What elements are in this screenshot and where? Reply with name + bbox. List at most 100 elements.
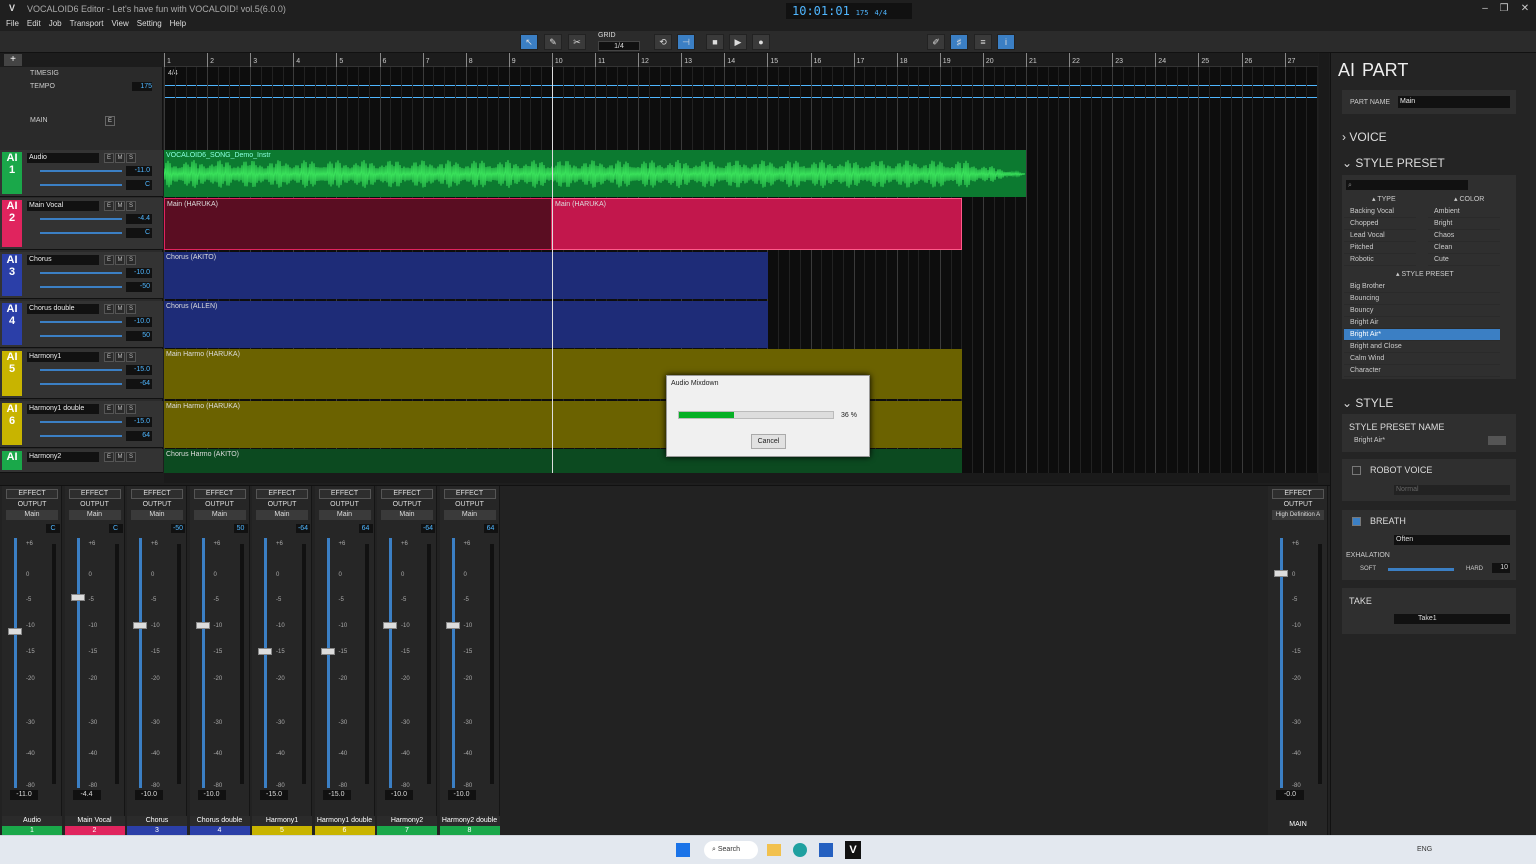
taskbar-search[interactable]: ⌕ Search <box>704 841 758 859</box>
output-select[interactable]: Main <box>443 510 496 520</box>
horizontal-scrollbar[interactable] <box>164 473 1318 483</box>
pan-value[interactable]: 50 <box>126 331 152 341</box>
pan-slider[interactable] <box>40 335 122 337</box>
grid-selector[interactable]: GRID 1/4 <box>596 32 644 52</box>
robot-voice-checkbox[interactable] <box>1352 466 1361 475</box>
preset-item[interactable]: Bright Air* <box>1344 329 1500 341</box>
pan-value[interactable]: 64 <box>483 524 498 533</box>
mute-button[interactable]: M <box>115 352 125 362</box>
track-name[interactable]: Chorus double <box>27 304 99 314</box>
output-select[interactable]: Main <box>193 510 246 520</box>
fader-db-value[interactable]: -15.0 <box>260 790 288 800</box>
effect-button[interactable]: EFFECT <box>381 489 433 499</box>
part-chorus-1[interactable]: Chorus (AKITO) <box>164 252 768 299</box>
menu-file[interactable]: File <box>6 18 19 30</box>
fader-db-value[interactable]: -4.4 <box>72 790 101 800</box>
type-item[interactable]: Backing Vocal <box>1344 206 1416 218</box>
volume-value[interactable]: -15.0 <box>126 417 152 427</box>
menu-view[interactable]: View <box>112 18 129 30</box>
pan-value[interactable]: -50 <box>126 282 152 292</box>
pan-slider[interactable] <box>40 383 122 385</box>
windows-start-icon[interactable] <box>676 843 690 857</box>
menu-edit[interactable]: Edit <box>27 18 41 30</box>
menu-setting[interactable]: Setting <box>137 18 162 30</box>
effect-button[interactable]: EFFECT <box>318 489 371 499</box>
solo-button[interactable]: S <box>126 452 136 462</box>
mute-button[interactable]: M <box>115 153 125 163</box>
minimize-icon[interactable]: – <box>1478 3 1492 14</box>
part-main-1[interactable]: Main (HARUKA) <box>164 198 552 250</box>
volume-slider[interactable] <box>40 369 122 371</box>
solo-button[interactable]: S <box>126 255 136 265</box>
edit-button[interactable]: E <box>104 352 114 362</box>
solo-button[interactable]: S <box>126 304 136 314</box>
type-item[interactable]: Robotic <box>1344 254 1416 266</box>
stop-icon[interactable]: ■ <box>706 34 724 50</box>
cancel-button[interactable]: Cancel <box>751 434 786 449</box>
play-icon[interactable]: ▶ <box>729 34 747 50</box>
color-item[interactable]: Bright <box>1428 218 1500 230</box>
pan-slider[interactable] <box>40 435 122 437</box>
solo-button[interactable]: S <box>126 153 136 163</box>
color-item[interactable]: Clean <box>1428 242 1500 254</box>
fader-db-value[interactable]: -10.0 <box>447 790 476 800</box>
pan-value[interactable]: -64 <box>421 524 435 533</box>
volume-fader[interactable] <box>8 628 22 635</box>
voice-section-toggle[interactable]: › VOICE <box>1342 130 1387 144</box>
edit-icon[interactable]: ✐ <box>927 34 945 50</box>
preset-search-input[interactable]: ⌕ <box>1346 180 1468 190</box>
fader-db-value[interactable]: -11.0 <box>10 790 38 800</box>
track-name[interactable]: Audio <box>27 153 99 163</box>
type-item[interactable]: Chopped <box>1344 218 1416 230</box>
restore-icon[interactable]: ❐ <box>1497 3 1511 14</box>
effect-button[interactable]: EFFECT <box>68 489 121 499</box>
color-item[interactable]: Cute <box>1428 254 1500 266</box>
volume-value[interactable]: -15.0 <box>126 365 152 375</box>
volume-fader[interactable] <box>383 622 397 629</box>
preset-item[interactable]: Bouncy <box>1344 305 1500 317</box>
part-name-field[interactable]: Main <box>1398 96 1510 108</box>
menu-transport[interactable]: Transport <box>70 18 104 30</box>
volume-value[interactable]: -11.0 <box>126 166 152 176</box>
pan-value[interactable]: C <box>46 524 60 533</box>
take-select[interactable]: Take1 <box>1394 614 1510 624</box>
preset-item[interactable]: Big Brother <box>1344 281 1500 293</box>
fader-db-value[interactable]: -10.0 <box>385 790 413 800</box>
preset-item[interactable]: Calm Wind <box>1344 353 1500 365</box>
edge-icon[interactable] <box>793 843 807 857</box>
track-name[interactable]: Harmony2 <box>27 452 99 462</box>
volume-value[interactable]: -4.4 <box>126 214 152 224</box>
volume-slider[interactable] <box>40 272 122 274</box>
edit-button[interactable]: E <box>104 153 114 163</box>
solo-button[interactable]: S <box>126 352 136 362</box>
pan-slider[interactable] <box>40 184 122 186</box>
breath-checkbox[interactable] <box>1352 517 1361 526</box>
solo-button[interactable]: S <box>126 201 136 211</box>
pan-value[interactable]: -64 <box>296 524 310 533</box>
preset-item[interactable]: Bouncing <box>1344 293 1500 305</box>
output-select[interactable]: Main <box>318 510 371 520</box>
timeline-ruler[interactable]: 1 2 3 4 5 6 7 8 9 10 11 12 13 14 15 16 17 18 19 20 21 22 23 24 2… <box>164 53 1318 67</box>
mute-button[interactable]: M <box>115 201 125 211</box>
output-select[interactable]: Main <box>68 510 121 520</box>
pan-value[interactable]: -50 <box>171 524 185 533</box>
exhalation-slider[interactable] <box>1388 568 1454 571</box>
type-item[interactable]: Lead Vocal <box>1344 230 1416 242</box>
volume-fader[interactable] <box>195 622 210 629</box>
file-explorer-icon[interactable] <box>767 844 781 856</box>
robot-voice-select[interactable]: Normal <box>1394 485 1510 495</box>
menu-job[interactable]: Job <box>49 18 62 30</box>
part-chorus-2[interactable]: Chorus (ALLEN) <box>164 301 768 348</box>
volume-fader[interactable] <box>320 648 335 655</box>
effect-button[interactable]: EFFECT <box>443 489 496 499</box>
pan-value[interactable]: 64 <box>126 431 152 441</box>
volume-slider[interactable] <box>40 321 122 323</box>
output-device-select[interactable]: High Definition A <box>1272 510 1324 520</box>
mute-button[interactable]: M <box>115 452 125 462</box>
select-tool-icon[interactable]: ↖ <box>520 34 538 50</box>
effect-button[interactable]: EFFECT <box>256 489 308 499</box>
preset-item[interactable]: Character <box>1344 365 1500 377</box>
volume-fader[interactable] <box>258 648 272 655</box>
info-icon[interactable]: i <box>997 34 1015 50</box>
color-item[interactable]: Chaos <box>1428 230 1500 242</box>
